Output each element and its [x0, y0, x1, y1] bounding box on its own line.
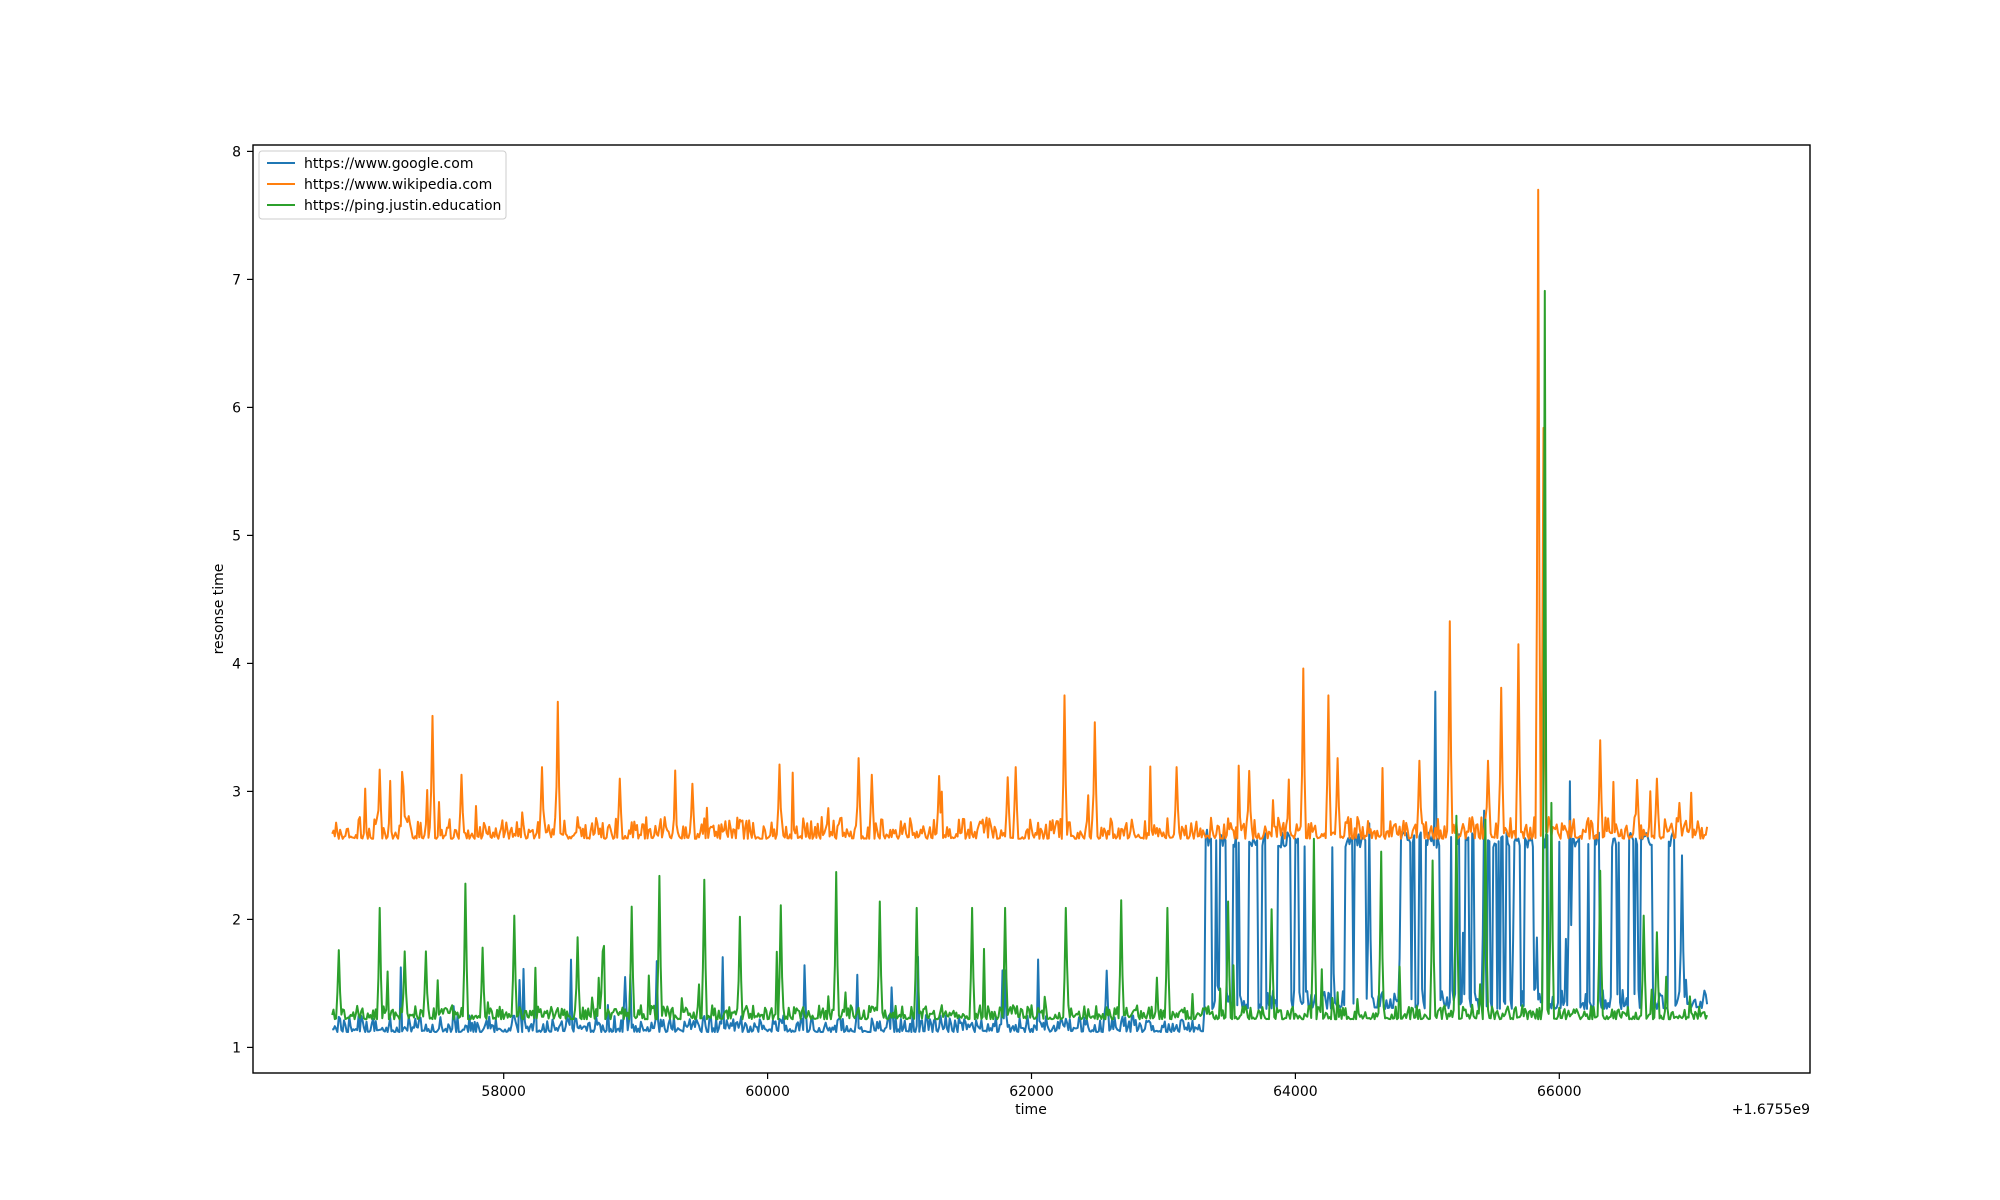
- x-tick-label: 58000: [481, 1084, 526, 1100]
- y-tick-label: 5: [232, 528, 241, 544]
- x-tick-label: 62000: [1009, 1084, 1054, 1100]
- legend: https://www.google.com https://www.wikip…: [258, 150, 507, 220]
- x-axis: 58000 60000 62000 64000 66000: [481, 1073, 1582, 1100]
- x-tick-label: 64000: [1273, 1084, 1318, 1100]
- y-tick-label: 3: [232, 784, 241, 800]
- series-line-1: [331, 188, 1709, 840]
- x-axis-label: time: [1015, 1102, 1047, 1118]
- x-axis-offset-label: +1.6755e9: [1732, 1102, 1810, 1118]
- line-chart: 58000 60000 62000 64000 66000 12345678 time …: [211, 144, 1811, 1118]
- plot-frame: [252, 144, 1811, 1074]
- legend-label-wikipedia: https://www.wikipedia.com: [304, 177, 492, 193]
- y-tick-label: 8: [232, 144, 241, 160]
- y-axis: 1 2 3 4 5 6 7 8: [232, 144, 253, 1056]
- legend-label-ping: https://ping.justin.education: [304, 198, 501, 214]
- y-tick-label: 2: [232, 912, 241, 928]
- y-tick-label: 4: [232, 656, 241, 672]
- legend-label-google: https://www.google.com: [304, 156, 473, 172]
- y-tick-label: 6: [232, 400, 241, 416]
- y-tick-label: 7: [232, 272, 241, 288]
- series-lines: [331, 188, 1709, 1033]
- y-axis-label: resonse time: [211, 564, 227, 655]
- x-tick-label: 60000: [745, 1084, 790, 1100]
- x-tick-label: 66000: [1537, 1084, 1582, 1100]
- y-tick-label: 1: [232, 1040, 241, 1056]
